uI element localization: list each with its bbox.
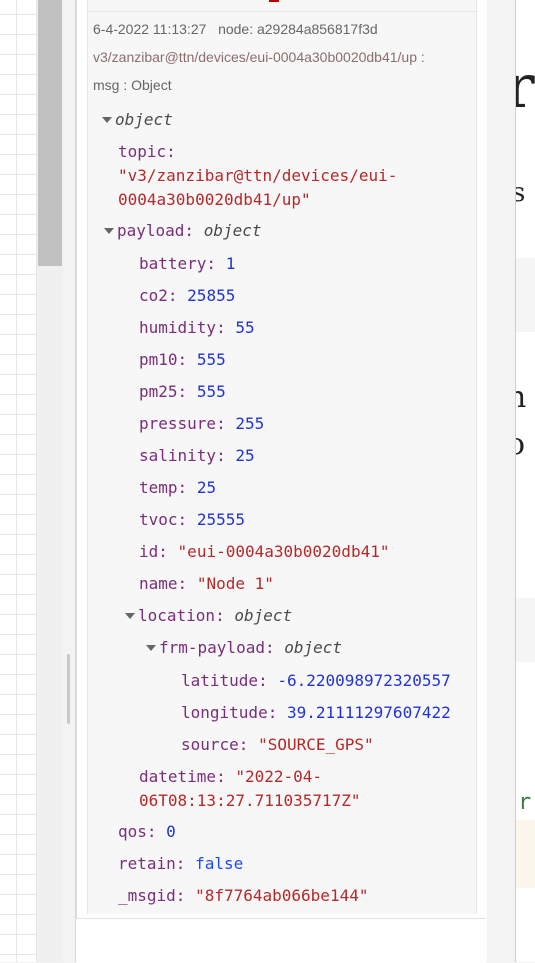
tree-pm10: pm10: 555 (139, 350, 226, 369)
editor-code-block (516, 598, 535, 662)
tree-name: name: "Node 1" (139, 574, 274, 593)
tree-qos: qos: 0 (118, 822, 176, 841)
tree-source: source: "SOURCE_GPS" (181, 735, 374, 754)
tree-latitude: latitude: -6.220098972320557 (181, 671, 451, 690)
editor-pane: r s n o r (515, 0, 535, 962)
message-timestamp: 6-4-2022 11:13:27 (93, 21, 207, 37)
tree-msgid: _msgid: "8f7764ab066be144" (118, 886, 369, 905)
tree-datetime: datetime: "2022-04- (139, 767, 323, 786)
tree-root[interactable]: object (102, 109, 173, 131)
caret-down-icon[interactable] (146, 645, 156, 651)
editor-code-block (516, 258, 535, 332)
tree-co2: co2: 25855 (139, 286, 236, 305)
debug-sidebar: 6-4-2022 11:13:27 node: a29284a856817f3d… (76, 0, 487, 962)
tree-longitude: longitude: 39.21111297607422 (181, 703, 451, 722)
caret-down-icon[interactable] (102, 117, 112, 123)
red-marker (269, 0, 279, 2)
editor-text-fragment: o (516, 427, 525, 462)
editor-code-block (516, 820, 535, 888)
tree-pm25: pm25: 555 (139, 382, 226, 401)
editor-text-fragment: n (516, 380, 526, 415)
editor-heading-fragment: r (516, 52, 535, 122)
tree-topic-value-2: 0004a30b0020db41/up" (118, 190, 311, 209)
tree-frm-payload[interactable]: frm-payload: object (146, 637, 342, 659)
sidebar-splitter[interactable] (63, 0, 76, 962)
message-meta: 6-4-2022 11:13:27 node: a29284a856817f3d (93, 21, 378, 37)
tree-payload[interactable]: payload: object (104, 220, 262, 242)
message-type: msg : Object (93, 77, 172, 93)
caret-down-icon[interactable] (125, 613, 135, 619)
tree-battery: battery: 1 (139, 254, 236, 273)
debug-message: 6-4-2022 11:13:27 node: a29284a856817f3d… (87, 0, 477, 914)
tree-humidity: humidity: 55 (139, 318, 255, 337)
tree-datetime-value-2: 06T08:13:27.711035717Z" (139, 791, 361, 810)
tree-id: id: "eui-0004a30b0020db41" (139, 542, 390, 561)
message-topic: v3/zanzibar@ttn/devices/eui-0004a30b0020… (93, 49, 425, 65)
message-node-link[interactable]: node: a29284a856817f3d (218, 21, 378, 37)
scrollbar-thumb[interactable] (38, 0, 62, 266)
tree-salinity: salinity: 25 (139, 446, 255, 465)
tree-location[interactable]: location: object (125, 605, 292, 627)
debug-panel-footer (76, 918, 486, 963)
workspace-scrollbar[interactable] (37, 0, 64, 962)
tree-tvoc: tvoc: 25555 (139, 510, 245, 529)
tree-pressure: pressure: 255 (139, 414, 265, 433)
editor-code-fragment: r (518, 790, 532, 815)
tree-topic-value-1: "v3/zanzibar@ttn/devices/eui- (118, 166, 398, 185)
splitter-grip[interactable] (67, 654, 70, 724)
tree-retain: retain: false (118, 854, 244, 873)
workspace-grid (0, 0, 38, 962)
editor-text-fragment: s (516, 178, 525, 208)
tree-topic-key: topic: (118, 142, 176, 161)
tree-temp: temp: 25 (139, 478, 217, 497)
caret-down-icon[interactable] (104, 228, 114, 234)
